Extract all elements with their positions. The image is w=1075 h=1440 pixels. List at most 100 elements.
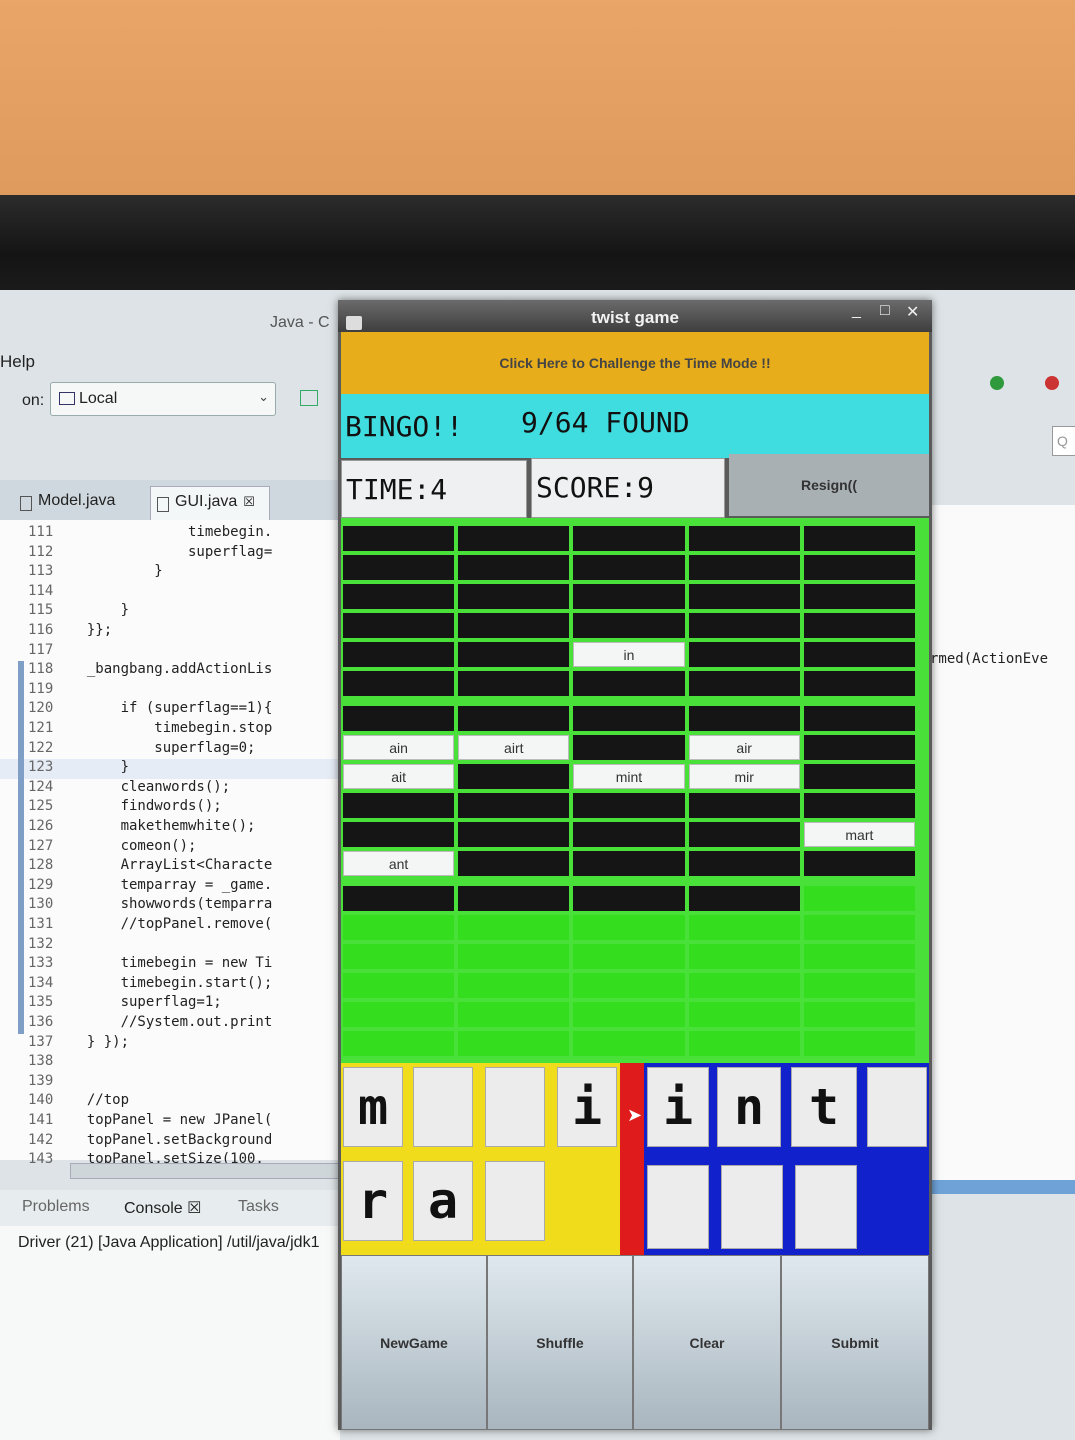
twist-game-window: twist game _ □ ✕ Click Here to Challenge… (338, 300, 932, 1430)
line-number: 116 (28, 622, 54, 638)
letter-tile[interactable] (485, 1161, 545, 1241)
tab-label: GUI.java (175, 493, 238, 510)
word-slot (573, 973, 685, 998)
selected-letter-tile[interactable]: i (647, 1067, 709, 1147)
word-slot (803, 944, 915, 969)
word-slot (573, 944, 685, 969)
letter-tile[interactable] (795, 1165, 857, 1249)
word-slot (688, 822, 800, 847)
submit-button[interactable]: Submit (781, 1255, 929, 1430)
code-editor[interactable]: 111 timebegin. 112 superflag= 113 } 114 115 … (0, 520, 340, 1167)
line-number: 115 (28, 602, 54, 619)
challenge-time-mode-button[interactable]: Click Here to Challenge the Time Mode !! (341, 332, 929, 394)
code-line[interactable]: superflag= (70, 544, 272, 560)
code-line[interactable]: topPanel = new JPanel( (70, 1112, 272, 1128)
word-slot (688, 526, 800, 551)
word-slot (343, 706, 455, 731)
code-line[interactable]: topPanel.setBackground (70, 1132, 272, 1148)
code-line[interactable]: showwords(temparra (70, 896, 273, 912)
letter-tile[interactable] (647, 1165, 709, 1249)
code-line[interactable]: temparray = _game. (70, 877, 273, 893)
word-slot (573, 886, 685, 911)
code-line[interactable]: timebegin.stop (70, 720, 272, 736)
menu-help[interactable]: Help (0, 352, 35, 372)
close-icon[interactable]: ✕ (906, 302, 919, 322)
code-line[interactable]: //topPanel.remove( (70, 916, 273, 932)
letter-tile[interactable] (721, 1165, 783, 1249)
letter-tile[interactable]: m (343, 1067, 403, 1147)
word-slot (573, 555, 685, 580)
word-slot (458, 706, 570, 731)
minimize-icon[interactable]: _ (852, 302, 861, 320)
code-line[interactable]: } (70, 759, 129, 775)
code-line[interactable]: } }); (70, 1034, 129, 1050)
maximize-icon[interactable]: □ (880, 302, 890, 320)
word-slot (343, 613, 455, 638)
new-game-button[interactable]: NewGame (341, 1255, 487, 1430)
tab-gui-java[interactable]: GUI.java ☒ (150, 486, 270, 520)
code-line[interactable]: comeon(); (70, 838, 197, 854)
run-target-select[interactable]: Local ⌄ (50, 382, 276, 416)
code-line[interactable]: timebegin.start(); (70, 975, 273, 991)
tab-model-java[interactable]: Model.java (14, 486, 144, 520)
code-line[interactable]: } (70, 563, 162, 579)
code-line[interactable]: timebegin = new Ti (70, 955, 273, 971)
run-icon[interactable] (990, 376, 1004, 390)
clear-button[interactable]: Clear (633, 1255, 781, 1430)
external-tools-icon[interactable] (1045, 376, 1059, 390)
code-line[interactable]: superflag=0; (70, 740, 255, 756)
line-number: 138 (28, 1053, 54, 1070)
selected-letter-tile[interactable]: n (717, 1067, 781, 1147)
quick-access-input[interactable]: Q (1052, 426, 1075, 456)
word-slot (343, 526, 455, 551)
letter-tile[interactable]: r (343, 1161, 403, 1241)
code-line[interactable]: makethemwhite(); (70, 818, 256, 834)
selected-letter-tile[interactable]: t (791, 1067, 857, 1147)
word-slot (803, 1002, 915, 1027)
code-line[interactable]: timebegin. (70, 524, 272, 540)
shuffle-button[interactable]: Shuffle (487, 1255, 633, 1430)
word-slot (573, 613, 685, 638)
letter-tile[interactable] (413, 1067, 473, 1147)
code-line[interactable]: cleanwords(); (70, 779, 231, 795)
code-line[interactable]: } (70, 602, 129, 618)
word-slot (343, 555, 455, 580)
tab-console[interactable]: Console ☒ (124, 1198, 202, 1218)
code-line[interactable]: }}; (70, 622, 112, 638)
close-icon[interactable]: ☒ (243, 494, 255, 509)
resign-button[interactable]: Resign(( (729, 454, 929, 516)
found-word-cell: ant (343, 851, 455, 876)
score-row: TIME:4 SCORE:9 Resign(( (341, 454, 929, 518)
close-icon[interactable]: ☒ (187, 1200, 201, 1217)
code-line[interactable]: ArrayList<Characte (70, 857, 273, 873)
line-number: 128 (28, 857, 54, 874)
letter-tile[interactable] (485, 1067, 545, 1147)
code-line[interactable]: superflag=1; (70, 994, 222, 1010)
word-slot (343, 1031, 455, 1056)
code-line[interactable]: _bangbang.addActionLis (70, 661, 272, 677)
line-number: 114 (28, 582, 54, 599)
letter-tile[interactable]: i (557, 1067, 617, 1147)
found-word-cell: mir (688, 764, 800, 789)
word-slot (458, 642, 570, 667)
code-line[interactable]: //top (70, 1092, 129, 1108)
horizontal-scrollbar[interactable] (70, 1163, 342, 1179)
new-folder-icon[interactable] (300, 390, 318, 406)
chevron-down-icon: ⌄ (258, 389, 269, 404)
tab-problems[interactable]: Problems (22, 1198, 90, 1216)
word-slot (458, 822, 570, 847)
word-slot (573, 671, 685, 696)
code-line[interactable]: if (superflag==1){ (70, 700, 273, 716)
letter-tile[interactable]: a (413, 1161, 473, 1241)
code-line[interactable]: findwords(); (70, 798, 222, 814)
word-slot (343, 973, 455, 998)
letter-tile[interactable] (867, 1067, 927, 1147)
line-number: 120 (28, 700, 54, 717)
word-slot (343, 944, 455, 969)
line-number: 127 (28, 837, 54, 854)
view-scrollbar[interactable] (930, 1180, 1075, 1194)
line-number: 121 (28, 720, 54, 736)
code-line[interactable]: //System.out.print (70, 1014, 273, 1030)
tab-tasks[interactable]: Tasks (238, 1198, 279, 1216)
word-slot (688, 944, 800, 969)
